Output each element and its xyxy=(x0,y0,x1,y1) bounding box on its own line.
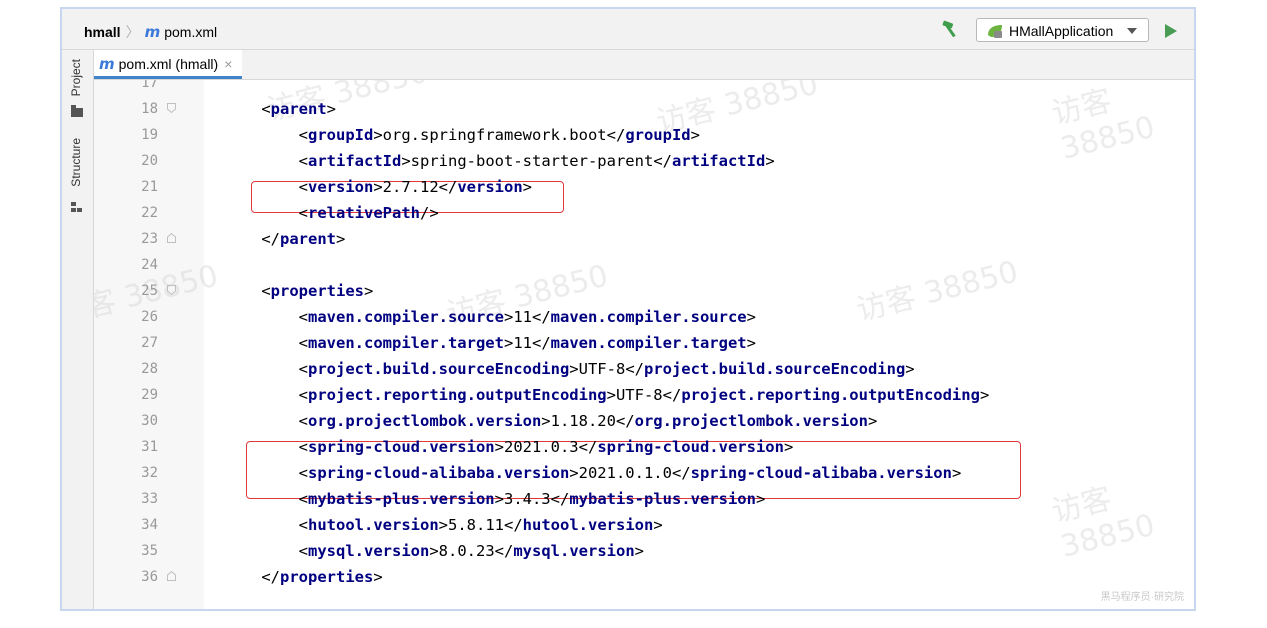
code-text: <org.projectlombok.version>1.18.20</org.… xyxy=(298,412,878,430)
tool-tab-structure[interactable]: Structure xyxy=(69,138,83,187)
left-tool-strip: Project Structure xyxy=(62,50,94,609)
code-line[interactable]: 33 <mybatis-plus.version>3.4.3</mybatis-… xyxy=(94,486,1194,512)
code-text: <spring-cloud.version>2021.0.3</spring-c… xyxy=(298,438,794,456)
chevron-down-icon xyxy=(1127,28,1137,34)
code-text: <artifactId>spring-boot-starter-parent</… xyxy=(298,152,775,170)
code-text: <spring-cloud-alibaba.version>2021.0.1.0… xyxy=(298,464,962,482)
line-number: 29 xyxy=(141,387,158,403)
breadcrumb-file[interactable]: pom.xml xyxy=(164,24,217,40)
code-text: <hutool.version>5.8.11</hutool.version> xyxy=(298,516,663,534)
line-number: 21 xyxy=(141,179,158,195)
code-line[interactable]: 17 xyxy=(94,80,1194,96)
code-line[interactable]: 19 <groupId>org.springframework.boot</gr… xyxy=(94,122,1194,148)
code-text: <mybatis-plus.version>3.4.3</mybatis-plu… xyxy=(298,490,766,508)
editor-tab-bar: m pom.xml (hmall) × xyxy=(94,50,1194,80)
code-line[interactable]: 23 </parent> xyxy=(94,226,1194,252)
code-line[interactable]: 18 <parent> xyxy=(94,96,1194,122)
code-text: <maven.compiler.source>11</maven.compile… xyxy=(298,308,756,326)
close-icon[interactable]: × xyxy=(224,56,232,72)
line-number: 17 xyxy=(141,80,158,91)
code-text: <maven.compiler.target>11</maven.compile… xyxy=(298,334,756,352)
breadcrumb-project[interactable]: hmall xyxy=(84,24,121,40)
line-number: 28 xyxy=(141,361,158,377)
code-line[interactable]: 35 <mysql.version>8.0.23</mysql.version> xyxy=(94,538,1194,564)
line-number: 30 xyxy=(141,413,158,429)
line-number: 18 xyxy=(141,101,158,117)
code-text: <groupId>org.springframework.boot</group… xyxy=(298,126,700,144)
code-text: <properties> xyxy=(261,282,374,300)
line-number: 35 xyxy=(141,543,158,559)
line-number: 31 xyxy=(141,439,158,455)
corner-watermark: 黑马程序员·研究院 xyxy=(1100,592,1184,603)
code-text: <project.build.sourceEncoding>UTF-8</pro… xyxy=(298,360,915,378)
code-text: <relativePath/> xyxy=(298,204,439,222)
line-number: 24 xyxy=(141,257,158,273)
maven-file-icon: m xyxy=(99,55,115,73)
breadcrumb: hmall 〉 m pom.xml xyxy=(84,22,217,42)
run-configuration-label: HMallApplication xyxy=(1009,23,1114,39)
folder-icon xyxy=(71,105,83,117)
code-line[interactable]: 27 <maven.compiler.target>11</maven.comp… xyxy=(94,330,1194,356)
code-editor[interactable]: 访客 38850 访客 38850 访客 38850 访客 38850 访客 3… xyxy=(94,80,1194,609)
line-number: 27 xyxy=(141,335,158,351)
tab-pom-xml[interactable]: m pom.xml (hmall) × xyxy=(94,50,243,79)
code-text: <mysql.version>8.0.23</mysql.version> xyxy=(298,542,645,560)
line-number: 26 xyxy=(141,309,158,325)
code-line[interactable]: 36 </properties> xyxy=(94,564,1194,590)
code-text: <project.reporting.outputEncoding>UTF-8<… xyxy=(298,386,990,404)
line-number: 25 xyxy=(141,283,158,299)
line-number: 19 xyxy=(141,127,158,143)
code-line[interactable]: 22 <relativePath/> xyxy=(94,200,1194,226)
code-line[interactable]: 25 <properties> xyxy=(94,278,1194,304)
fold-marker-icon[interactable] xyxy=(167,103,176,113)
maven-file-icon: m xyxy=(144,23,161,41)
fold-marker-icon[interactable] xyxy=(167,285,176,295)
run-play-icon[interactable] xyxy=(1165,24,1177,38)
code-line[interactable]: 26 <maven.compiler.source>11</maven.comp… xyxy=(94,304,1194,330)
code-text: </parent> xyxy=(261,230,346,248)
code-line[interactable]: 24 xyxy=(94,252,1194,278)
line-number: 34 xyxy=(141,517,158,533)
line-number: 32 xyxy=(141,465,158,481)
line-number: 36 xyxy=(141,569,158,585)
code-text: </properties> xyxy=(261,568,383,586)
tool-tab-project[interactable]: Project xyxy=(69,59,83,96)
structure-icon xyxy=(71,202,83,213)
fold-marker-icon[interactable] xyxy=(167,233,176,243)
run-configuration-select[interactable]: HMallApplication xyxy=(976,18,1149,42)
line-number: 22 xyxy=(141,205,158,221)
ide-window: hmall 〉 m pom.xml HMallApplication Project … xyxy=(60,7,1196,611)
code-line[interactable]: 20 <artifactId>spring-boot-starter-paren… xyxy=(94,148,1194,174)
navigation-bar: hmall 〉 m pom.xml HMallApplication xyxy=(62,9,1194,50)
line-number: 20 xyxy=(141,153,158,169)
build-hammer-icon[interactable] xyxy=(940,19,964,39)
code-line[interactable]: 29 <project.reporting.outputEncoding>UTF… xyxy=(94,382,1194,408)
breadcrumb-separator: 〉 xyxy=(125,24,140,40)
code-line[interactable]: 32 <spring-cloud-alibaba.version>2021.0.… xyxy=(94,460,1194,486)
spring-boot-icon xyxy=(988,25,1002,38)
code-line[interactable]: 31 <spring-cloud.version>2021.0.3</sprin… xyxy=(94,434,1194,460)
code-line[interactable]: 34 <hutool.version>5.8.11</hutool.versio… xyxy=(94,512,1194,538)
code-line[interactable]: 21 <version>2.7.12</version> xyxy=(94,174,1194,200)
tab-label: pom.xml (hmall) xyxy=(118,56,219,72)
line-number: 23 xyxy=(141,231,158,247)
fold-marker-icon[interactable] xyxy=(167,571,176,581)
code-line[interactable]: 30 <org.projectlombok.version>1.18.20</o… xyxy=(94,408,1194,434)
line-number: 33 xyxy=(141,491,158,507)
code-text: <parent> xyxy=(261,100,337,118)
code-line[interactable]: 28 <project.build.sourceEncoding>UTF-8</… xyxy=(94,356,1194,382)
code-text: <version>2.7.12</version> xyxy=(298,178,533,196)
